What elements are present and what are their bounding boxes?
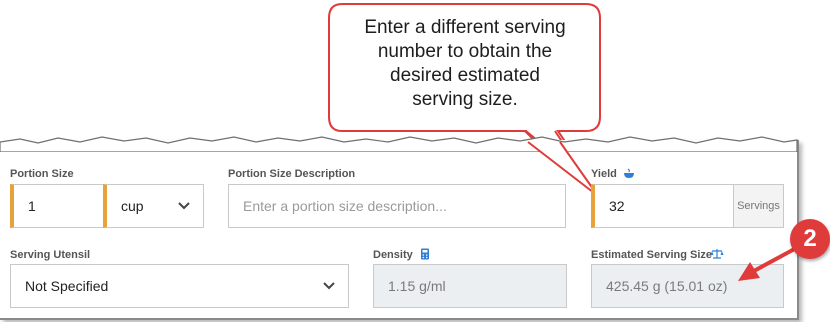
step-arrow	[738, 244, 801, 281]
step-badge: 2	[790, 219, 830, 259]
